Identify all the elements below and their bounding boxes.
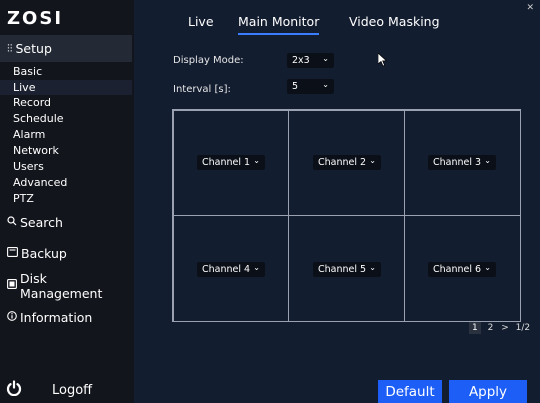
interval-value: 5 [292, 81, 299, 92]
logoff-button[interactable]: Logoff [6, 380, 92, 400]
sidebar-section-setup-label: Setup [15, 41, 52, 56]
tab-main-monitor[interactable]: Main Monitor [238, 14, 320, 35]
sidebar-item-ptz[interactable]: PTZ [0, 191, 132, 206]
apply-button[interactable]: Apply [449, 380, 527, 403]
tab-video-masking[interactable]: Video Masking [349, 14, 440, 29]
page-2-button[interactable]: 2 [488, 323, 494, 333]
pager: 1 2 > 1/2 [469, 322, 530, 334]
grid-cell-4[interactable]: Channel 4 ⌄ [173, 215, 289, 322]
sidebar-item-record[interactable]: Record [0, 95, 132, 110]
channel-select-3[interactable]: Channel 3 ⌄ [428, 155, 496, 170]
page-summary: 1/2 [515, 323, 531, 333]
search-icon [7, 216, 17, 229]
chevron-down-icon: ⌄ [484, 156, 491, 165]
sidebar-item-users[interactable]: Users [0, 159, 132, 174]
display-mode-label: Display Mode: [173, 55, 244, 66]
sidebar-item-network[interactable]: Network [0, 143, 132, 158]
sidebar: ZOSI ⫶⫶ Setup Basic Live Record Schedule… [0, 0, 134, 403]
chevron-down-icon: ⌄ [484, 263, 491, 272]
chevron-down-icon: ⌄ [322, 54, 329, 63]
logoff-label: Logoff [52, 382, 93, 398]
grid-cell-1[interactable]: Channel 1 ⌄ [173, 110, 289, 216]
sidebar-item-live[interactable]: Live [0, 80, 132, 95]
channel-grid: Channel 1 ⌄ Channel 2 ⌄ Channel 3 ⌄ Chan… [172, 109, 521, 322]
interval-select[interactable]: 5 ⌄ [287, 79, 334, 94]
power-icon [6, 380, 22, 400]
default-button[interactable]: Default [378, 380, 442, 403]
channel-select-5-value: Channel 5 [318, 264, 367, 275]
channel-select-5[interactable]: Channel 5 ⌄ [313, 262, 381, 277]
sidebar-section-disk-management-label: Disk Management [20, 270, 103, 301]
sliders-icon: ⫶⫶ [7, 41, 13, 55]
sidebar-item-alarm[interactable]: Alarm [0, 127, 132, 142]
channel-select-1[interactable]: Channel 1 ⌄ [197, 155, 265, 170]
chevron-down-icon: ⌄ [253, 156, 260, 165]
tab-live[interactable]: Live [188, 14, 214, 29]
sidebar-section-backup[interactable]: Backup [0, 240, 132, 267]
page-1-button[interactable]: 1 [469, 322, 481, 334]
sidebar-section-setup[interactable]: ⫶⫶ Setup [0, 35, 132, 62]
grid-cell-2[interactable]: Channel 2 ⌄ [288, 110, 405, 216]
sidebar-section-backup-label: Backup [21, 246, 67, 261]
channel-select-3-value: Channel 3 [433, 157, 482, 168]
chevron-down-icon: ⌄ [322, 80, 329, 89]
channel-select-6-value: Channel 6 [433, 264, 482, 275]
chevron-down-icon: ⌄ [253, 263, 260, 272]
backup-icon [7, 247, 18, 260]
channel-select-6[interactable]: Channel 6 ⌄ [428, 262, 496, 277]
chevron-down-icon: ⌄ [369, 263, 376, 272]
sidebar-section-disk-management[interactable]: Disk Management [0, 270, 132, 301]
sidebar-item-schedule[interactable]: Schedule [0, 111, 132, 126]
channel-select-4[interactable]: Channel 4 ⌄ [197, 262, 265, 277]
sidebar-section-search[interactable]: Search [0, 209, 132, 236]
grid-cell-6[interactable]: Channel 6 ⌄ [404, 215, 521, 322]
info-icon [7, 311, 17, 324]
close-icon[interactable]: ✕ [526, 3, 534, 13]
display-mode-select[interactable]: 2x3 ⌄ [287, 53, 334, 68]
channel-select-2[interactable]: Channel 2 ⌄ [313, 155, 381, 170]
grid-cell-5[interactable]: Channel 5 ⌄ [288, 215, 405, 322]
channel-select-2-value: Channel 2 [318, 157, 367, 168]
next-page-button[interactable]: > [501, 323, 509, 333]
disk-icon [7, 279, 17, 292]
app-window: ZOSI ⫶⫶ Setup Basic Live Record Schedule… [0, 0, 540, 403]
display-mode-value: 2x3 [292, 55, 310, 66]
sidebar-item-advanced[interactable]: Advanced [0, 175, 132, 190]
sidebar-section-information[interactable]: Information [0, 304, 132, 331]
chevron-down-icon: ⌄ [369, 156, 376, 165]
interval-label: Interval [s]: [173, 84, 231, 95]
channel-select-4-value: Channel 4 [202, 264, 251, 275]
channel-select-1-value: Channel 1 [202, 157, 251, 168]
grid-cell-3[interactable]: Channel 3 ⌄ [404, 110, 521, 216]
sidebar-section-search-label: Search [20, 215, 63, 230]
zosi-logo: ZOSI [7, 8, 64, 29]
sidebar-section-information-label: Information [20, 310, 93, 325]
sidebar-item-basic[interactable]: Basic [0, 64, 132, 79]
